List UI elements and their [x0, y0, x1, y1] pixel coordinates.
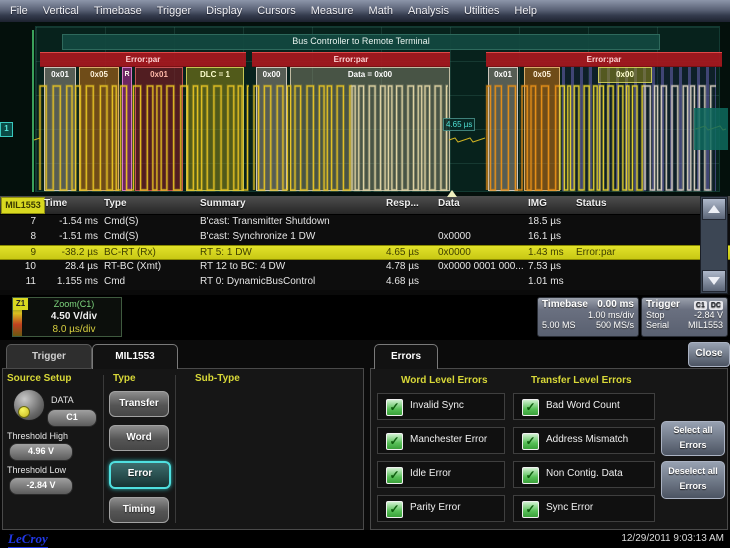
source-field[interactable]: C1 [47, 409, 97, 427]
table-row[interactable]: 8-1.51 msCmd(S)B'cast: Synchronize 1 DW0… [0, 230, 730, 245]
checkbox-checked-icon: ✓ [386, 399, 403, 416]
unzoomed-trace-region [694, 108, 728, 150]
menu-analysis[interactable]: Analysis [408, 5, 449, 17]
table-row[interactable]: 111.155 msCmdRT 0: DynamicBusControl4.68… [0, 275, 730, 290]
knob-indicator-icon [18, 406, 30, 418]
mil1553-panel: Source Setup DATA C1 Threshold High 4.96… [2, 368, 364, 530]
type-timing-button[interactable]: Timing [109, 497, 169, 523]
threshold-low-field[interactable]: -2.84 V [9, 477, 73, 495]
col-status: Status [576, 198, 607, 209]
checkbox-checked-icon: ✓ [522, 399, 539, 416]
table-scrollbar[interactable] [700, 196, 728, 294]
check-idle-error[interactable]: ✓ Idle Error [377, 461, 505, 488]
table-row[interactable]: 7-1.54 msCmd(S)B'cast: Transmitter Shutd… [0, 215, 730, 230]
waveform-display[interactable]: Bus Controller to Remote Terminal Error:… [0, 22, 730, 196]
trigger-descriptor[interactable]: Trigger C1DC Stop-2.84 V SerialMIL1553 [641, 297, 728, 337]
checkbox-checked-icon: ✓ [386, 467, 403, 484]
table-row-selected[interactable]: 9-38.2 µsBC-RT (Rx)RT 5: 1 DW4.65 µs0x00… [0, 245, 730, 260]
arrow-up-icon [708, 205, 720, 213]
check-address-mismatch[interactable]: ✓ Address Mismatch [513, 427, 655, 454]
source-setup-title: Source Setup [7, 373, 71, 384]
check-invalid-sync[interactable]: ✓ Invalid Sync [377, 393, 505, 420]
check-manchester-error[interactable]: ✓ Manchester Error [377, 427, 505, 454]
timebase-descriptor[interactable]: Timebase0.00 ms 1.00 ms/div 5.00 MS500 M… [537, 297, 639, 337]
source-knob[interactable] [13, 389, 45, 421]
trigger-coupling-badge: DC [709, 301, 723, 310]
datetime-stamp: 12/29/2011 9:03:13 AM [621, 533, 724, 544]
threshold-low-label: Threshold Low [7, 465, 66, 475]
footer-bar: LeCroy 12/29/2011 9:03:13 AM [0, 530, 730, 548]
check-bad-word-count[interactable]: ✓ Bad Word Count [513, 393, 655, 420]
type-title: Type [113, 373, 136, 384]
zoom-trace-descriptor[interactable]: Z1 Zoom(C1) 4.50 V/div 8.0 µs/div [12, 297, 122, 337]
checkbox-checked-icon: ✓ [386, 501, 403, 518]
word-level-title: Word Level Errors [401, 375, 488, 386]
subtype-title: Sub-Type [195, 373, 240, 384]
errors-panel: Word Level Errors Transfer Level Errors … [370, 368, 728, 530]
dialog-area: Trigger MIL1553 Source Setup DATA C1 Thr… [0, 340, 730, 530]
col-img: IMG [528, 198, 547, 209]
menu-display[interactable]: Display [206, 5, 242, 17]
menu-timebase[interactable]: Timebase [94, 5, 142, 17]
checkbox-checked-icon: ✓ [386, 433, 403, 450]
oscilloscope-screen: File Vertical Timebase Trigger Display C… [0, 0, 730, 548]
menu-vertical[interactable]: Vertical [43, 5, 79, 17]
menu-help[interactable]: Help [514, 5, 537, 17]
zoom-trace-tag: Z1 [13, 298, 28, 310]
gap-measurement-label: 4.65 µs [443, 118, 475, 131]
scroll-down-button[interactable] [702, 270, 726, 292]
descriptor-strip: Z1 Zoom(C1) 4.50 V/div 8.0 µs/div Timeba… [0, 295, 730, 340]
check-sync-error[interactable]: ✓ Sync Error [513, 495, 655, 522]
deselect-all-errors-button[interactable]: Deselect all Errors [661, 461, 725, 499]
col-time: Time [44, 198, 67, 209]
menu-measure[interactable]: Measure [311, 5, 354, 17]
menu-cursors[interactable]: Cursors [257, 5, 296, 17]
type-word-button[interactable]: Word [109, 425, 169, 451]
checkbox-checked-icon: ✓ [522, 433, 539, 450]
checkbox-checked-icon: ✓ [522, 467, 539, 484]
trigger-source-badge: C1 [694, 301, 707, 310]
close-button[interactable]: Close [688, 342, 730, 367]
threshold-high-field[interactable]: 4.96 V [9, 443, 73, 461]
tab-errors[interactable]: Errors [374, 344, 438, 369]
threshold-high-label: Threshold High [7, 431, 68, 441]
divider [103, 375, 104, 523]
col-resp: Resp... [386, 198, 419, 209]
arrow-down-icon [708, 277, 720, 285]
transfer-level-title: Transfer Level Errors [531, 375, 632, 386]
table-row[interactable]: 1028.4 µsRT-BC (Xmt)RT 12 to BC: 4 DW4.7… [0, 260, 730, 275]
channel-1-marker[interactable]: 1 [0, 122, 13, 137]
tab-trigger[interactable]: Trigger [6, 344, 92, 369]
check-non-contig-data[interactable]: ✓ Non Contig. Data [513, 461, 655, 488]
menu-file[interactable]: File [10, 5, 28, 17]
col-type: Type [104, 198, 127, 209]
trigger-position-marker [447, 190, 457, 197]
menu-trigger[interactable]: Trigger [157, 5, 191, 17]
divider [175, 375, 176, 523]
type-error-button[interactable]: Error [109, 461, 171, 489]
type-transfer-button[interactable]: Transfer [109, 391, 169, 417]
scroll-up-button[interactable] [702, 198, 726, 220]
menu-bar: File Vertical Timebase Trigger Display C… [0, 0, 730, 22]
check-parity-error[interactable]: ✓ Parity Error [377, 495, 505, 522]
menu-utilities[interactable]: Utilities [464, 5, 499, 17]
signal-trace [0, 22, 730, 196]
menu-math[interactable]: Math [369, 5, 393, 17]
decode-table: MIL1553 Time Type Summary Resp... Data I… [0, 196, 730, 295]
lecroy-logo[interactable]: LeCroy [8, 531, 48, 548]
col-data: Data [438, 198, 460, 209]
protocol-corner-badge[interactable]: MIL1553 [1, 197, 45, 214]
tab-mil1553[interactable]: MIL1553 [92, 344, 178, 369]
checkbox-checked-icon: ✓ [522, 501, 539, 518]
source-label: DATA [51, 395, 74, 405]
table-header: MIL1553 Time Type Summary Resp... Data I… [0, 196, 730, 215]
select-all-errors-button[interactable]: Select all Errors [661, 421, 725, 456]
col-summary: Summary [200, 198, 246, 209]
